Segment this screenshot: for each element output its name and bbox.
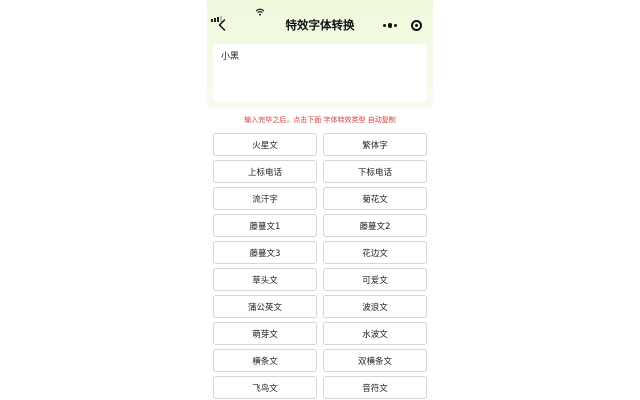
style-button-vine-2[interactable]: 藤蔓文2 xyxy=(323,214,427,237)
style-button-mars[interactable]: 火星文 xyxy=(213,133,317,156)
header-area: 特效字体转换 小黑 xyxy=(207,0,433,108)
button-row: 蒲公英文 波浪文 xyxy=(213,295,427,318)
close-mini-program-button[interactable] xyxy=(403,17,429,34)
style-button-sprout[interactable]: 萌芽文 xyxy=(213,322,317,345)
style-button-ripple[interactable]: 水波文 xyxy=(323,322,427,345)
more-button[interactable] xyxy=(377,17,403,34)
style-button-superscript-phone[interactable]: 上标电话 xyxy=(213,160,317,183)
style-button-double-strikebar[interactable]: 双横条文 xyxy=(323,349,427,372)
capsule-menu xyxy=(377,17,429,34)
style-button-lace[interactable]: 花边文 xyxy=(323,241,427,264)
instruction-text: 输入完毕之后，点击下面 字体特效类型 自动复制 xyxy=(244,116,396,124)
text-input[interactable]: 小黑 xyxy=(213,44,427,102)
button-row: 草头文 可爱文 xyxy=(213,268,427,291)
style-button-grass-top[interactable]: 草头文 xyxy=(213,268,317,291)
navigation-bar: 特效字体转换 xyxy=(207,12,433,38)
style-button-vine-1[interactable]: 藤蔓文1 xyxy=(213,214,317,237)
style-button-music-note[interactable]: 音符文 xyxy=(323,376,427,399)
font-style-grid: 火星文 繁体字 上标电话 下标电话 流汗字 菊花文 藤蔓文1 藤蔓文2 藤蔓文3… xyxy=(213,133,427,400)
style-button-vine-3[interactable]: 藤蔓文3 xyxy=(213,241,317,264)
button-row: 藤蔓文1 藤蔓文2 xyxy=(213,214,427,237)
button-row: 藤蔓文3 花边文 xyxy=(213,241,427,264)
button-row: 上标电话 下标电话 xyxy=(213,160,427,183)
button-row: 萌芽文 水波文 xyxy=(213,322,427,345)
button-row: 飞鸟文 音符文 xyxy=(213,376,427,399)
button-row: 流汗字 菊花文 xyxy=(213,187,427,210)
style-button-wave[interactable]: 波浪文 xyxy=(323,295,427,318)
style-button-bird[interactable]: 飞鸟文 xyxy=(213,376,317,399)
style-button-strikebar[interactable]: 横条文 xyxy=(213,349,317,372)
more-dots-icon xyxy=(382,24,386,27)
mini-program-screen: 特效字体转换 小黑 输入完毕之后，点击下面 字体特效类型 自动复制 火星文 繁体… xyxy=(207,0,433,400)
status-bar xyxy=(207,0,433,22)
style-button-sweat[interactable]: 流汗字 xyxy=(213,187,317,210)
button-row: 横条文 双横条文 xyxy=(213,349,427,372)
style-button-traditional[interactable]: 繁体字 xyxy=(323,133,427,156)
style-button-subscript-phone[interactable]: 下标电话 xyxy=(323,160,427,183)
style-button-cute[interactable]: 可爱文 xyxy=(323,268,427,291)
target-circle-icon xyxy=(410,20,422,31)
style-button-dandelion[interactable]: 蒲公英文 xyxy=(213,295,317,318)
style-button-chrysanthemum[interactable]: 菊花文 xyxy=(323,187,427,210)
button-row: 火星文 繁体字 xyxy=(213,133,427,156)
